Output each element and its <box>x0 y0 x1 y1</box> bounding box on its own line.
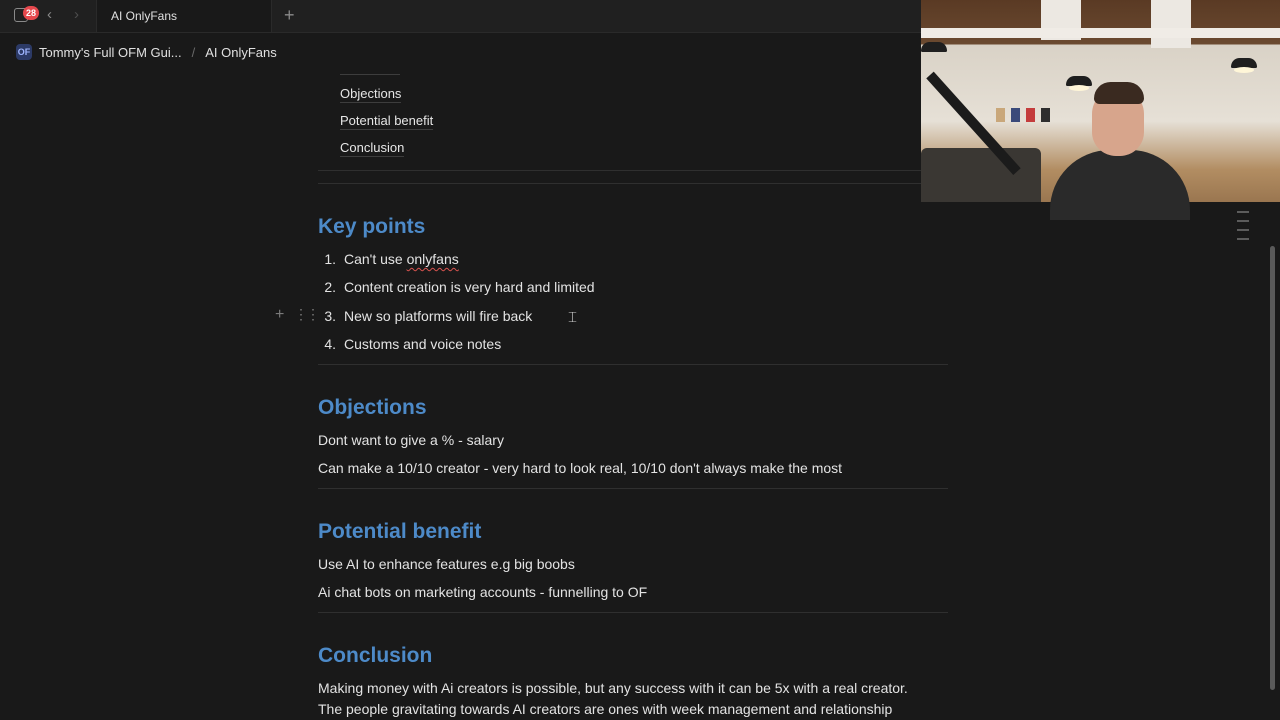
list-number: 4. <box>324 336 336 352</box>
list-number: 2. <box>324 279 336 295</box>
scrollbar[interactable] <box>1270 246 1275 690</box>
outline-icon[interactable] <box>1237 238 1249 240</box>
toc-item-conclusion[interactable]: Conclusion <box>340 140 405 157</box>
ceiling-lamp <box>921 42 947 52</box>
paragraph[interactable]: Can make a 10/10 creator - very hard to … <box>318 460 842 476</box>
divider <box>318 364 948 365</box>
paragraph[interactable]: The people gravitating towards AI creato… <box>318 701 892 717</box>
paragraph[interactable]: Use AI to enhance features e.g big boobs <box>318 556 575 572</box>
chevron-left-icon[interactable]: ‹ <box>47 7 52 23</box>
notification-badge[interactable]: 28 <box>23 6 39 20</box>
divider <box>318 488 948 489</box>
heading-conclusion[interactable]: Conclusion <box>318 644 432 668</box>
text-cursor-icon: ⌶ <box>568 308 578 326</box>
divider <box>318 170 921 171</box>
list-item-text: Can't use <box>344 251 407 267</box>
chevron-right-icon[interactable]: › <box>74 7 79 23</box>
plus-icon[interactable]: + <box>284 5 295 25</box>
breadcrumb-current[interactable]: AI OnlyFans <box>205 45 277 60</box>
paragraph[interactable]: Dont want to give a % - salary <box>318 432 504 448</box>
person-hair <box>1094 82 1144 104</box>
outline-icon[interactable] <box>1237 220 1249 222</box>
outline-icon[interactable] <box>1237 229 1249 231</box>
add-block-icon[interactable]: + <box>275 307 284 323</box>
list-number: 1. <box>324 251 336 267</box>
breadcrumb-parent[interactable]: Tommy's Full OFM Gui... <box>39 45 182 60</box>
sofa <box>921 148 1041 202</box>
heading-objections[interactable]: Objections <box>318 396 427 420</box>
list-item[interactable]: Can't use onlyfans <box>344 251 459 267</box>
wall-frame <box>996 108 1005 122</box>
ceiling-beam <box>921 28 1280 38</box>
lamp-glow <box>1069 85 1089 91</box>
divider <box>318 183 948 184</box>
list-item[interactable]: Customs and voice notes <box>344 336 501 352</box>
tab-title: AI OnlyFans <box>111 9 178 23</box>
outline-icon[interactable] <box>1237 211 1249 213</box>
breadcrumb: OF Tommy's Full OFM Gui... / AI OnlyFans <box>16 43 277 61</box>
list-item[interactable]: Content creation is very hard and limite… <box>344 279 595 295</box>
wall-frame <box>1011 108 1020 122</box>
wall-frame <box>1026 108 1035 122</box>
breadcrumb-separator: / <box>191 44 196 60</box>
list-number: 3. <box>324 308 336 324</box>
lamp-glow <box>1234 67 1254 73</box>
toc-item-partial[interactable] <box>340 66 400 75</box>
tab-ai-onlyfans[interactable]: AI OnlyFans <box>96 0 272 32</box>
paragraph[interactable]: Ai chat bots on marketing accounts - fun… <box>318 584 647 600</box>
toc-item-potential-benefit[interactable]: Potential benefit <box>340 113 434 130</box>
workspace-icon: OF <box>16 44 32 60</box>
misspelled-word: onlyfans <box>406 251 459 267</box>
divider <box>318 612 948 613</box>
toc-item-objections[interactable]: Objections <box>340 86 402 103</box>
ceiling-beam <box>1151 0 1191 48</box>
paragraph[interactable]: Making money with Ai creators is possibl… <box>318 680 908 696</box>
heading-key-points[interactable]: Key points <box>318 215 425 239</box>
heading-potential-benefit[interactable]: Potential benefit <box>318 520 481 544</box>
list-item[interactable]: New so platforms will fire back <box>344 308 532 324</box>
drag-handle-icon[interactable]: ⋮⋮ <box>294 306 320 322</box>
wall-frame <box>1041 108 1050 122</box>
